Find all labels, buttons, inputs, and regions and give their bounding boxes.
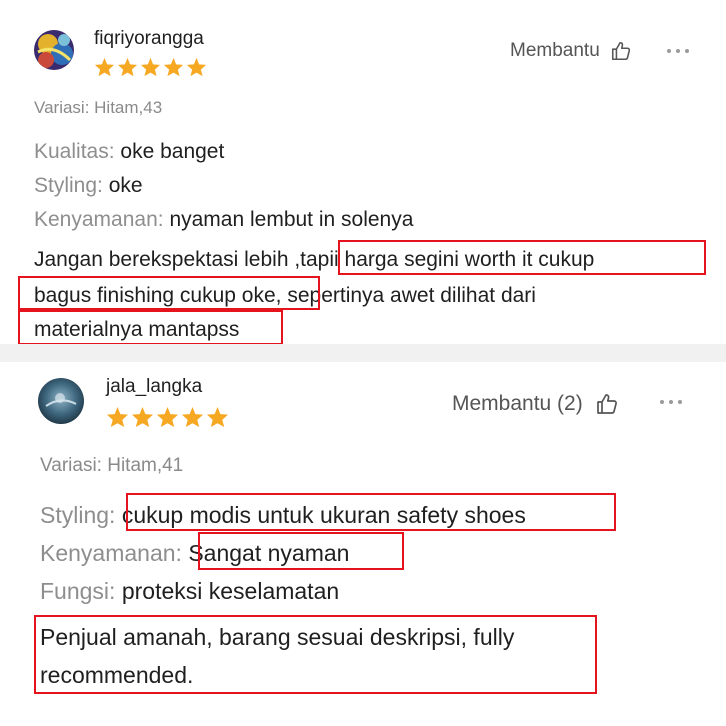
review-separator	[0, 344, 726, 362]
more-options-icon[interactable]	[667, 49, 689, 53]
variant-label: Variasi: Hitam,41	[40, 455, 184, 476]
star-icon	[131, 406, 154, 428]
helpful-label: Membantu	[510, 40, 600, 61]
star-icon	[156, 406, 179, 428]
attribute-value: nyaman lembut in solenya	[169, 208, 414, 231]
more-options-icon[interactable]	[660, 400, 682, 404]
star-icon	[186, 57, 207, 77]
attribute-value: proteksi keselamatan	[121, 578, 340, 604]
helpful-button[interactable]: Membantu	[510, 40, 632, 62]
attribute-key: Kualitas:	[34, 140, 121, 163]
review-comment-line: Jangan berekspektasi lebih ,tapii harga …	[34, 248, 595, 271]
star-icon	[181, 406, 204, 428]
review-list: fiqriyorangga Membantu Variasi: Hitam,43…	[0, 0, 726, 726]
review-card: fiqriyorangga Membantu Variasi: Hitam,43…	[0, 0, 726, 344]
review-comment-line: recommended.	[40, 662, 194, 688]
star-icon	[206, 406, 229, 428]
attribute-styling: Styling: cukup modis untuk ukuran safety…	[40, 502, 526, 529]
attribute-value: Sangat nyaman	[188, 540, 350, 566]
variant-label: Variasi: Hitam,43	[34, 98, 163, 117]
attribute-key: Fungsi:	[40, 578, 122, 604]
review-card: jala_langka Membantu (2) Variasi: Hitam,…	[0, 362, 726, 726]
helpful-label: Membantu (2)	[452, 392, 583, 415]
attribute-key: Styling:	[40, 502, 122, 528]
review-comment-line: materialnya mantapss	[34, 318, 240, 341]
helpful-button[interactable]: Membantu (2)	[452, 392, 619, 416]
username[interactable]: fiqriyorangga	[94, 28, 204, 50]
attribute-key: Kenyamanan:	[34, 208, 170, 231]
username[interactable]: jala_langka	[106, 376, 202, 398]
attribute-value: cukup modis untuk ukuran safety shoes	[121, 502, 526, 528]
thumbs-up-icon	[596, 394, 617, 414]
attribute-comfort: Kenyamanan: nyaman lembut in solenya	[34, 208, 413, 232]
star-icon	[94, 57, 115, 77]
star-icon	[163, 57, 184, 77]
star-icon	[140, 57, 161, 77]
attribute-styling: Styling: oke	[34, 174, 143, 198]
attribute-quality: Kualitas: oke banget	[34, 140, 224, 164]
thumbs-up-icon	[611, 41, 630, 61]
star-icon	[106, 406, 129, 428]
attribute-key: Styling:	[34, 174, 109, 197]
avatar[interactable]	[38, 378, 84, 424]
attribute-value: oke	[108, 174, 143, 197]
attribute-comfort: Kenyamanan: Sangat nyaman	[40, 540, 349, 567]
avatar[interactable]	[34, 30, 74, 70]
rating-stars	[106, 406, 229, 428]
attribute-value: oke banget	[120, 140, 225, 163]
star-icon	[117, 57, 138, 77]
review-comment-line: Penjual amanah, barang sesuai deskripsi,…	[40, 624, 515, 650]
attribute-key: Kenyamanan:	[40, 540, 189, 566]
review-comment-line: bagus finishing cukup oke, sepertinya aw…	[34, 284, 536, 307]
rating-stars	[94, 57, 207, 77]
attribute-function: Fungsi: proteksi keselamatan	[40, 578, 339, 605]
